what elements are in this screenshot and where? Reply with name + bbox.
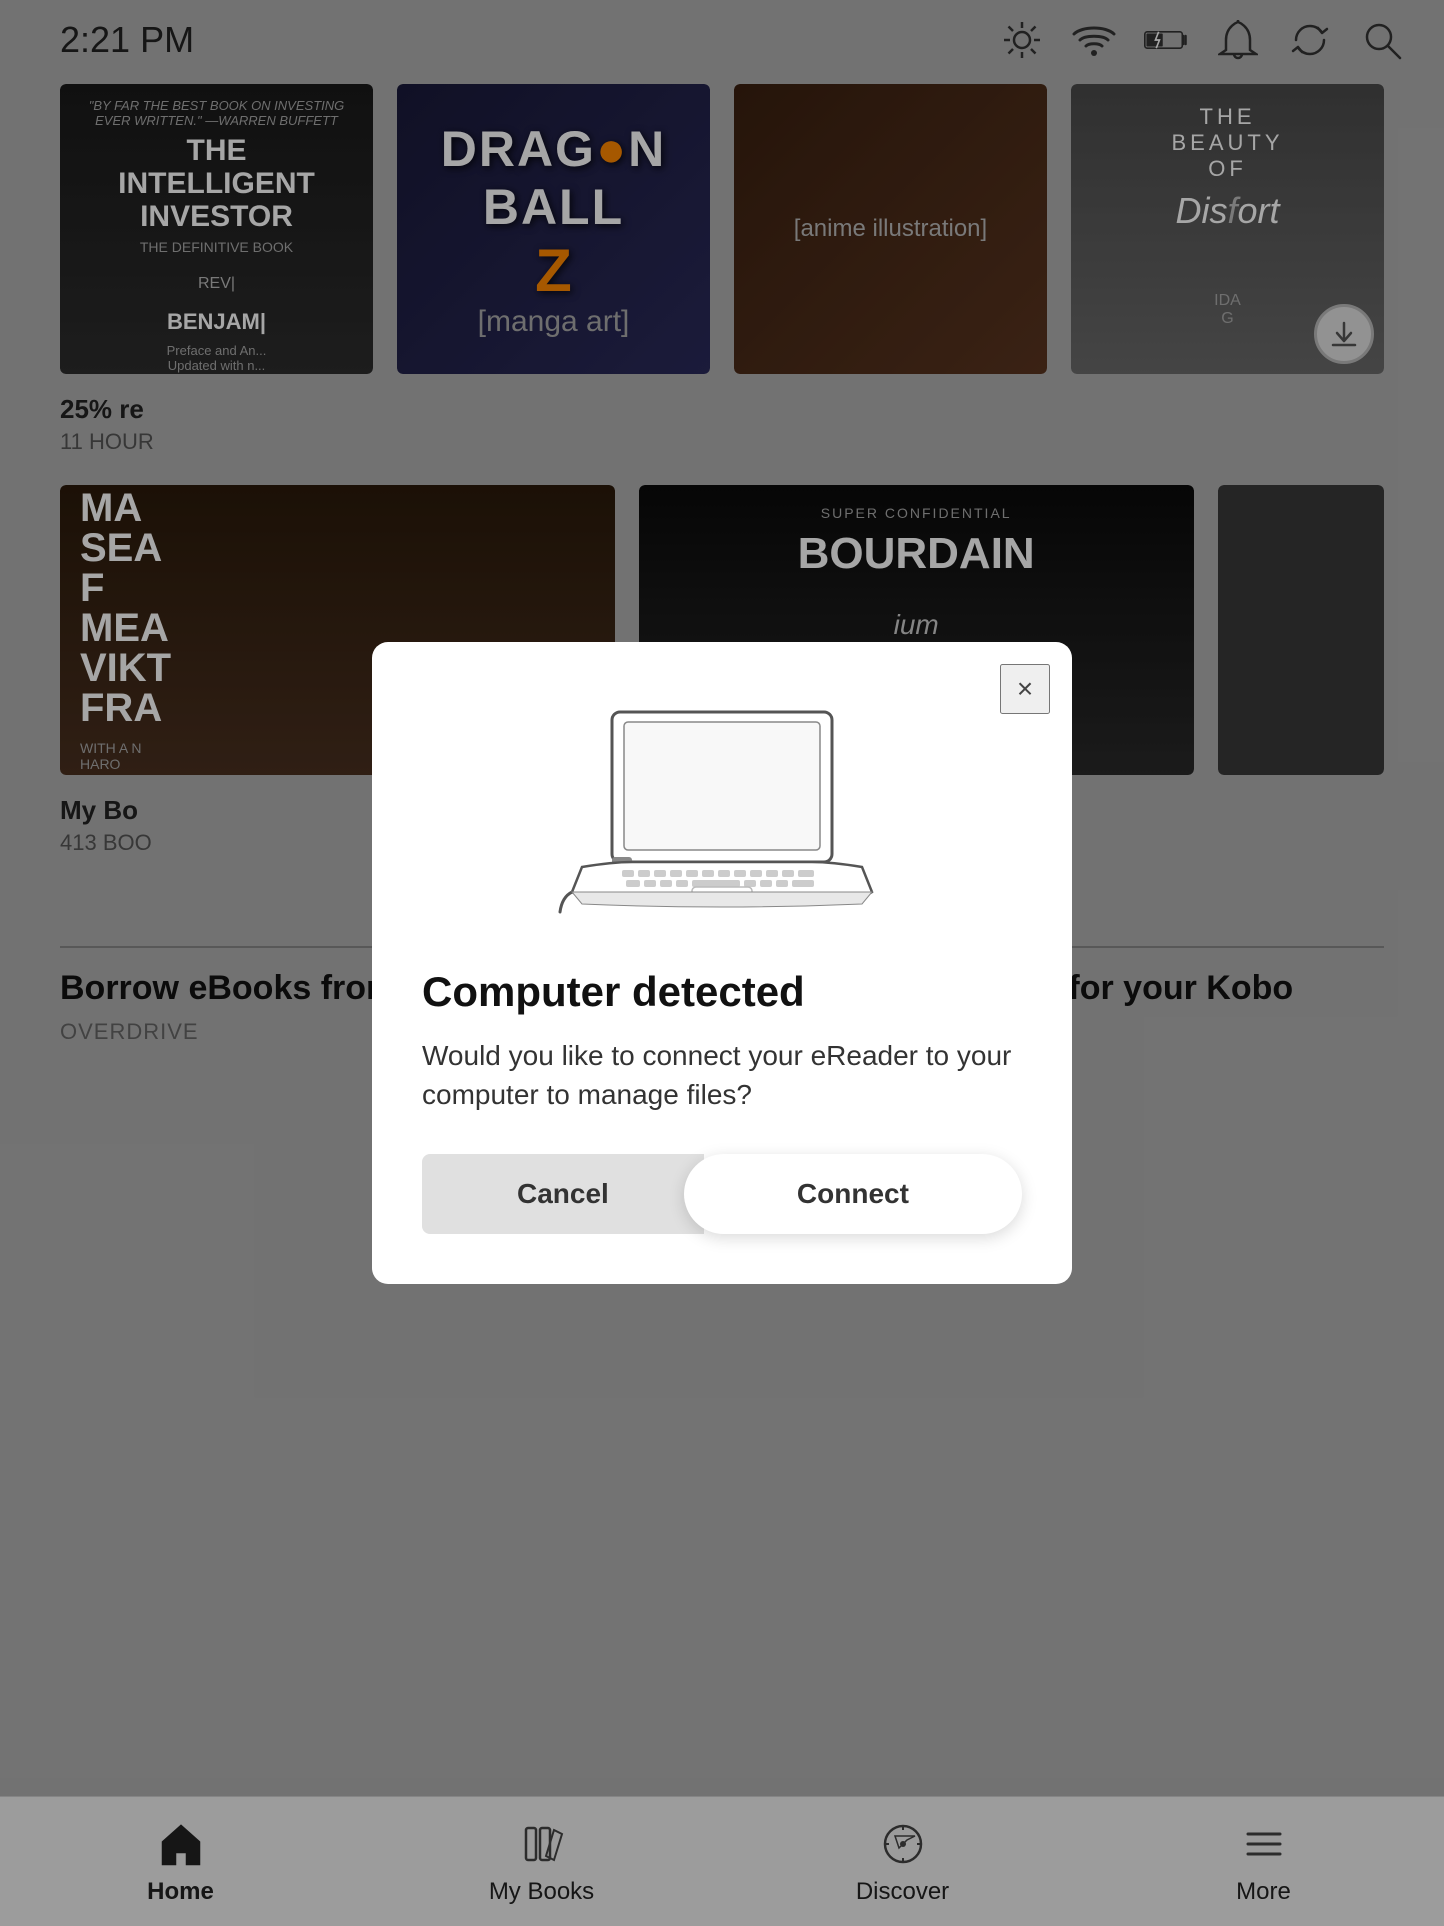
modal-body: Would you like to connect your eReader t… [422, 1036, 1022, 1114]
modal-title: Computer detected [422, 968, 1022, 1016]
modal-close-button[interactable]: × [1000, 664, 1050, 714]
computer-detected-modal: × [372, 642, 1072, 1284]
modal-illustration [422, 692, 1022, 932]
connect-button[interactable]: Connect [684, 1154, 1022, 1234]
cancel-button[interactable]: Cancel [422, 1154, 704, 1234]
modal-buttons: Cancel Connect [422, 1154, 1022, 1234]
modal-overlay: × [0, 0, 1444, 1926]
